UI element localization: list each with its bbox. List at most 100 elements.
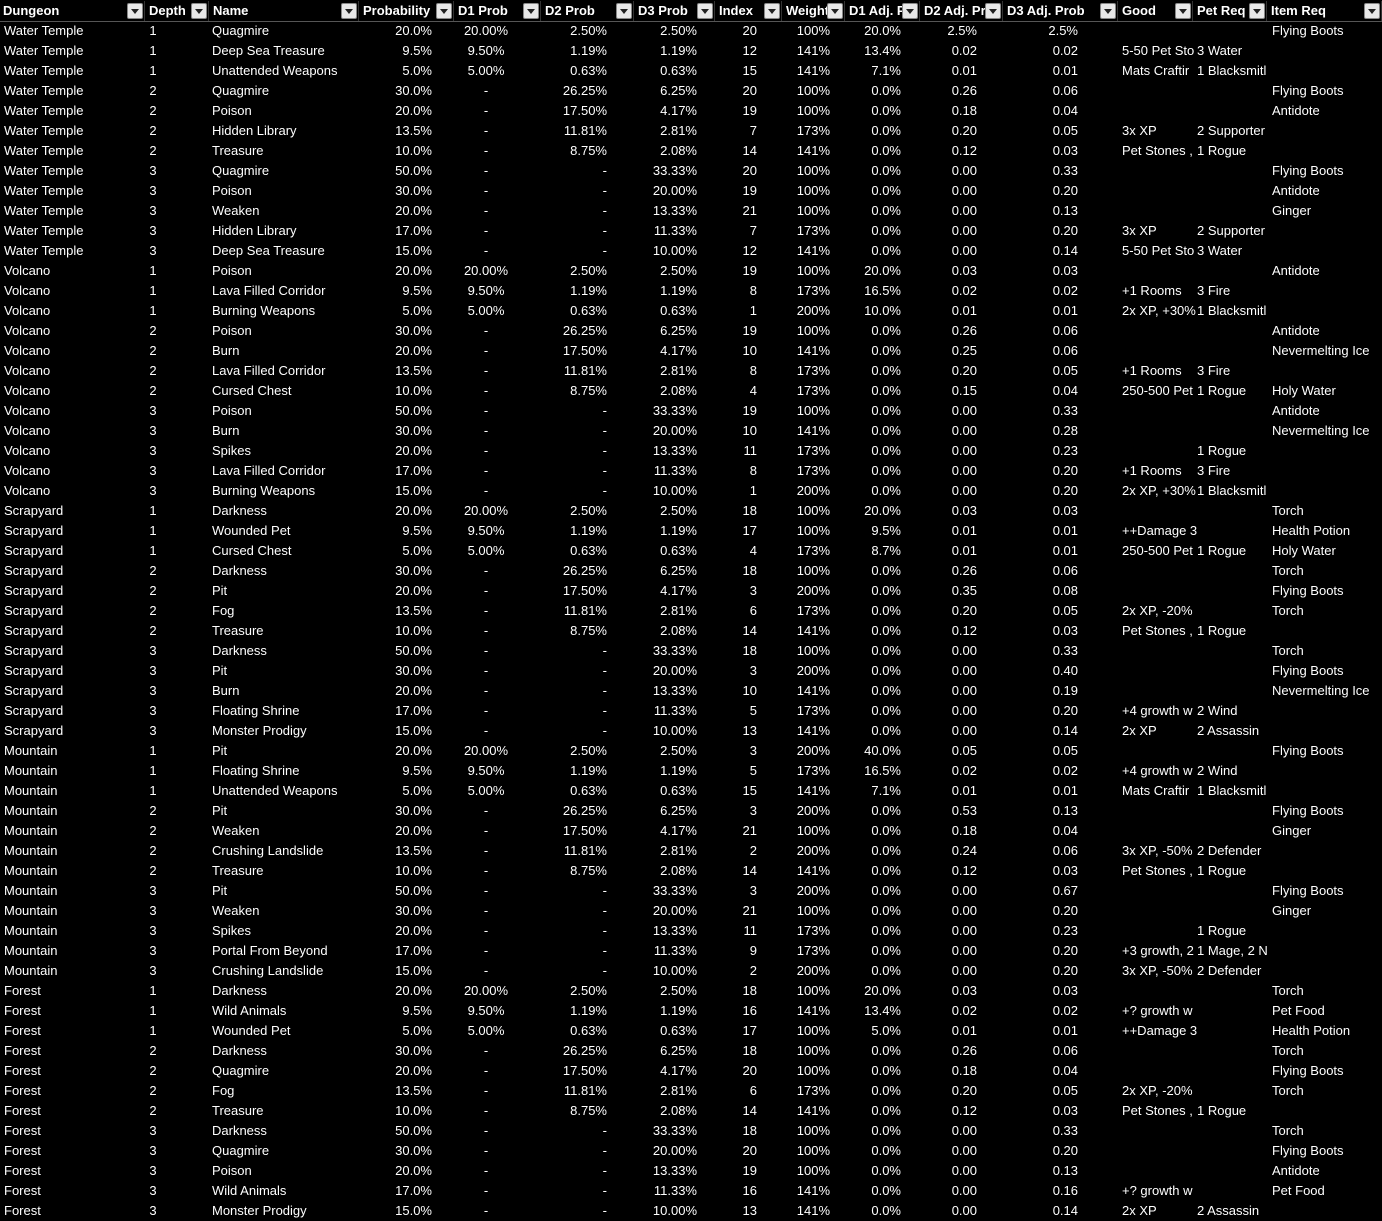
table-cell[interactable] [1272,141,1382,161]
table-cell[interactable] [1122,1061,1197,1081]
table-cell[interactable]: 2 Defender [1197,961,1272,981]
table-cell[interactable]: - [542,881,607,901]
table-cell[interactable] [1122,181,1197,201]
table-cell[interactable]: 17.50% [542,101,607,121]
table-cell[interactable]: 9.5% [360,761,432,781]
table-cell[interactable] [1197,181,1272,201]
table-cell[interactable] [1122,581,1197,601]
table-cell[interactable]: 10.0% [846,301,901,321]
table-cell[interactable]: 3 [716,881,757,901]
table-cell[interactable]: - [455,1161,517,1181]
table-cell[interactable]: - [455,121,517,141]
table-cell[interactable]: Floating Shrine [212,701,362,721]
table-cell[interactable]: Flying Boots [1272,801,1382,821]
table-cell[interactable]: 2 [148,821,158,841]
table-cell[interactable] [1197,981,1272,1001]
table-cell[interactable]: 1 Mage, 2 N [1197,941,1272,961]
table-cell[interactable]: 6.25% [635,801,697,821]
table-cell[interactable]: 0.0% [846,901,901,921]
table-cell[interactable]: 141% [783,241,830,261]
table-cell[interactable]: Forest [4,1021,146,1041]
table-cell[interactable]: 0.02 [1004,761,1078,781]
table-cell[interactable]: 0.03 [1004,1101,1078,1121]
table-cell[interactable]: 3 [148,1121,158,1141]
table-cell[interactable]: 0.02 [1004,41,1078,61]
table-cell[interactable] [1197,421,1272,441]
table-cell[interactable]: Health Potion [1272,1021,1382,1041]
table-cell[interactable]: 200% [783,801,830,821]
table-cell[interactable]: 2 [148,101,158,121]
filter-dropdown-icon[interactable] [1100,3,1116,19]
table-cell[interactable]: 0.40 [1004,661,1078,681]
table-cell[interactable]: Volcano [4,401,146,421]
table-cell[interactable]: 26.25% [542,321,607,341]
table-cell[interactable]: 17.0% [360,701,432,721]
table-cell[interactable]: 0.23 [1004,441,1078,461]
table-cell[interactable]: Lava Filled Corridor [212,461,362,481]
table-cell[interactable]: 2.08% [635,861,697,881]
table-cell[interactable] [1272,61,1382,81]
table-cell[interactable]: 5.0% [360,541,432,561]
table-cell[interactable]: 2 [148,1061,158,1081]
table-cell[interactable]: 0.02 [921,761,977,781]
table-cell[interactable]: 8.75% [542,861,607,881]
table-cell[interactable]: 3 Water [1197,241,1272,261]
table-cell[interactable]: 3 [148,881,158,901]
table-cell[interactable]: 18 [716,981,757,1001]
table-cell[interactable]: 9.50% [455,41,517,61]
table-cell[interactable]: 0.20 [1004,701,1078,721]
table-cell[interactable]: 0.0% [846,561,901,581]
table-cell[interactable]: Lava Filled Corridor [212,361,362,381]
table-cell[interactable]: Pet Stones , [1122,861,1197,881]
table-cell[interactable] [1122,561,1197,581]
table-cell[interactable]: - [455,321,517,341]
table-cell[interactable]: 0.20 [1004,221,1078,241]
table-cell[interactable]: 173% [783,361,830,381]
table-cell[interactable] [1272,281,1382,301]
table-cell[interactable]: 30.0% [360,1041,432,1061]
table-cell[interactable]: 21 [716,821,757,841]
table-cell[interactable]: Antidote [1272,401,1382,421]
table-cell[interactable]: 20.00% [455,21,517,41]
table-cell[interactable]: 13.33% [635,201,697,221]
table-cell[interactable]: Antidote [1272,101,1382,121]
table-cell[interactable] [1272,941,1382,961]
table-cell[interactable] [1122,661,1197,681]
table-cell[interactable]: 20.00% [455,261,517,281]
table-cell[interactable]: 0.15 [921,381,977,401]
table-cell[interactable]: 100% [783,1121,830,1141]
table-cell[interactable]: 0.01 [921,541,977,561]
table-cell[interactable]: +1 Rooms [1122,281,1197,301]
table-cell[interactable]: Torch [1272,1121,1382,1141]
table-cell[interactable]: 0.03 [1004,861,1078,881]
table-cell[interactable]: 17.0% [360,1181,432,1201]
table-cell[interactable]: Poison [212,261,362,281]
table-cell[interactable]: Water Temple [4,101,146,121]
table-cell[interactable]: 200% [783,841,830,861]
table-cell[interactable]: 2 [148,1081,158,1101]
table-cell[interactable]: 200% [783,661,830,681]
table-cell[interactable]: Pit [212,581,362,601]
table-cell[interactable]: 2.08% [635,1101,697,1121]
table-cell[interactable]: 100% [783,401,830,421]
table-cell[interactable]: 11.81% [542,841,607,861]
table-cell[interactable]: - [542,421,607,441]
table-cell[interactable]: 9.5% [846,521,901,541]
table-cell[interactable]: - [542,661,607,681]
table-cell[interactable]: 0.26 [921,1041,977,1061]
table-cell[interactable] [1272,841,1382,861]
table-cell[interactable]: 0.0% [846,121,901,141]
table-cell[interactable]: - [455,221,517,241]
table-cell[interactable]: 11.33% [635,941,697,961]
table-cell[interactable]: 0.00 [921,241,977,261]
table-cell[interactable]: 200% [783,741,830,761]
table-cell[interactable]: 0.01 [1004,541,1078,561]
table-cell[interactable]: 3 [148,1201,158,1221]
table-cell[interactable]: Nevermelting Ice [1272,421,1382,441]
table-cell[interactable]: 0.0% [846,701,901,721]
table-cell[interactable]: - [542,1121,607,1141]
table-cell[interactable]: Mountain [4,961,146,981]
table-cell[interactable]: 2.81% [635,841,697,861]
table-cell[interactable]: 11 [716,441,758,461]
table-cell[interactable]: 1 [148,741,158,761]
